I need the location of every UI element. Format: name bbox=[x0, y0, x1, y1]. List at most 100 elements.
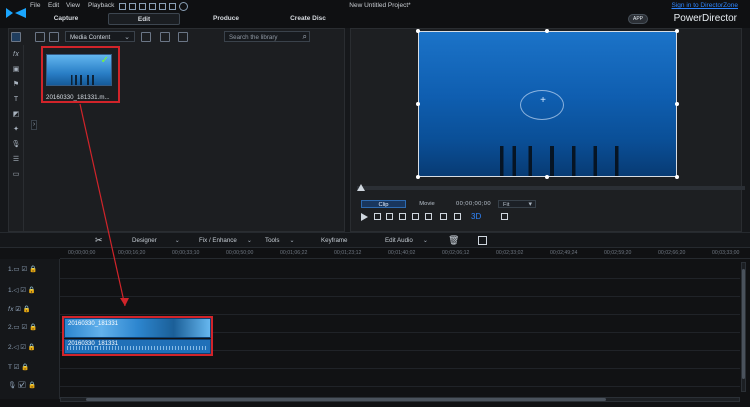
track-row-2 bbox=[60, 280, 740, 297]
mic-icon[interactable]: 🎙 bbox=[11, 140, 21, 149]
picture-icon[interactable]: ▣ bbox=[11, 65, 21, 74]
tick-12: 00;03;33;00 bbox=[712, 250, 740, 256]
menu-edit[interactable]: Edit bbox=[48, 2, 59, 9]
editing-toolbar: ✂ Designer ⌄ Fix / Enhance ⌄ Tools ⌄ Keyfra… bbox=[0, 232, 750, 248]
app-name: PowerDirector bbox=[673, 13, 737, 24]
tick-3: 00;00;50;00 bbox=[226, 250, 254, 256]
import-icon[interactable] bbox=[35, 32, 45, 42]
subtitle-icon[interactable]: ☰ bbox=[11, 155, 21, 164]
tick-11: 00;02;66;20 bbox=[658, 250, 686, 256]
tab-create-disc[interactable]: Create Disc bbox=[266, 13, 350, 25]
text-icon[interactable]: T bbox=[11, 95, 21, 104]
tick-0: 00;00;00;00 bbox=[68, 250, 96, 256]
window-toolbar-icons bbox=[119, 2, 189, 12]
media-content-dropdown[interactable]: Media Content ⌄ bbox=[65, 31, 135, 42]
mode-3d-icon[interactable]: 3D bbox=[471, 212, 481, 221]
tick-8: 00;02;33;02 bbox=[496, 250, 524, 256]
next-frame-icon[interactable] bbox=[399, 213, 406, 220]
cut-icon[interactable]: ✂ bbox=[95, 236, 103, 245]
view-mode-icon-3[interactable] bbox=[178, 32, 188, 42]
tick-1: 00;00;16;20 bbox=[118, 250, 146, 256]
resize-handle-br[interactable] bbox=[675, 175, 679, 179]
clip-tab[interactable]: Clip bbox=[361, 200, 406, 208]
preview-seekbar[interactable] bbox=[357, 186, 745, 190]
toolbar-icon-6[interactable] bbox=[169, 3, 176, 10]
vertical-scroll-thumb[interactable] bbox=[742, 269, 745, 379]
keyframe-button[interactable]: Keyframe bbox=[321, 237, 347, 244]
toolbar-icon-5[interactable] bbox=[159, 3, 166, 10]
more-icon[interactable] bbox=[478, 236, 487, 245]
media-content-label: Media Content bbox=[70, 34, 111, 41]
vertical-scrollbar[interactable] bbox=[741, 262, 746, 392]
stop-icon[interactable] bbox=[374, 213, 381, 220]
play-icon[interactable] bbox=[361, 213, 368, 221]
fit-dropdown[interactable]: Fit ▾ bbox=[498, 200, 536, 208]
collapse-toggle[interactable]: › bbox=[31, 120, 37, 130]
tools-menu[interactable]: Tools ⌄ bbox=[265, 237, 295, 244]
crosshair-icon: + bbox=[540, 95, 546, 106]
timeline-video-clip[interactable]: 20160330_181331 bbox=[64, 318, 211, 338]
designer-menu[interactable]: Designer ⌄ bbox=[132, 237, 180, 244]
tab-capture[interactable]: Capture bbox=[34, 13, 98, 25]
menu-view[interactable]: View bbox=[66, 2, 80, 9]
resize-handle-tm[interactable] bbox=[545, 29, 549, 33]
view-mode-icon-1[interactable] bbox=[141, 32, 151, 42]
resize-handle-ml[interactable] bbox=[416, 102, 420, 106]
subtitle-toggle-icon[interactable] bbox=[454, 213, 461, 220]
fix-enhance-menu[interactable]: Fix / Enhance ⌄ bbox=[199, 237, 252, 244]
designer-chevron-icon: ⌄ bbox=[174, 237, 180, 244]
fx-icon[interactable]: 𝑓𝑥 bbox=[11, 50, 21, 59]
signin-link[interactable]: Sign in to DirectorZone bbox=[672, 2, 738, 9]
powerdirector-logo-icon bbox=[6, 8, 26, 18]
edit-audio-chevron-icon: ⌄ bbox=[422, 237, 429, 244]
fix-enhance-label: Fix / Enhance bbox=[199, 237, 237, 244]
edit-audio-menu[interactable]: Edit Audio ⌄ bbox=[385, 237, 428, 244]
toolbar-icon-3[interactable] bbox=[139, 3, 146, 10]
toolbar-icon-2[interactable] bbox=[129, 3, 136, 10]
tick-7: 00;02;06;12 bbox=[442, 250, 470, 256]
timecode-readout: 00;00;00;00 bbox=[455, 201, 492, 207]
menu-playback[interactable]: Playback bbox=[88, 2, 114, 9]
timeline-audio-clip[interactable]: 20160330_181331 bbox=[64, 339, 211, 354]
brush-icon[interactable]: ⚑ bbox=[11, 80, 21, 89]
volume-icon[interactable] bbox=[425, 213, 432, 220]
library-icon[interactable] bbox=[11, 32, 21, 42]
toolbar-icon-4[interactable] bbox=[149, 3, 156, 10]
prev-frame-icon[interactable] bbox=[386, 213, 393, 220]
search-icon: ⌕ bbox=[302, 32, 307, 41]
menu-file[interactable]: File bbox=[30, 2, 40, 9]
trash-icon[interactable]: 🗑 bbox=[448, 236, 459, 245]
snapshot-icon[interactable] bbox=[440, 213, 447, 220]
title-track-label: T ☑ 🔒 bbox=[8, 364, 30, 371]
track-1-audio-label: 1.◁ ☑ 🔒 bbox=[8, 287, 36, 294]
timeline-scrollbar[interactable] bbox=[60, 397, 740, 402]
video-clip-label: 20160330_181331 bbox=[68, 321, 119, 327]
particle-icon[interactable]: ✦ bbox=[11, 125, 21, 134]
external-preview-icon[interactable] bbox=[501, 213, 508, 220]
resize-handle-tr[interactable] bbox=[675, 29, 679, 33]
resize-handle-bm[interactable] bbox=[545, 175, 549, 179]
resize-handle-mr[interactable] bbox=[675, 102, 679, 106]
resize-handle-bl[interactable] bbox=[416, 175, 420, 179]
tab-edit[interactable]: Edit bbox=[108, 13, 180, 25]
movie-tab[interactable]: Movie bbox=[408, 200, 446, 208]
transition-icon[interactable]: ◩ bbox=[11, 110, 21, 119]
settings-icon[interactable] bbox=[179, 2, 188, 11]
search-field[interactable]: Search the library ⌕ bbox=[224, 31, 310, 42]
playback-controls: 3D bbox=[361, 212, 521, 222]
fast-forward-icon[interactable] bbox=[412, 213, 419, 220]
thumbnail-selected-check-icon: ✓ bbox=[100, 55, 109, 66]
tab-produce[interactable]: Produce bbox=[194, 13, 258, 25]
plugin-icon[interactable] bbox=[49, 32, 59, 42]
library-thumbnail[interactable]: ✓ bbox=[46, 54, 112, 86]
chapter-icon[interactable]: ▭ bbox=[11, 170, 21, 179]
fx-track-label: 𝑓𝑥 ☑ 🔒 bbox=[8, 306, 31, 313]
resize-handle-tl[interactable] bbox=[416, 29, 420, 33]
seek-marker-icon[interactable] bbox=[357, 184, 365, 191]
view-mode-icon-2[interactable] bbox=[160, 32, 170, 42]
tick-4: 00;01;06;22 bbox=[280, 250, 308, 256]
timeline-scroll-thumb[interactable] bbox=[86, 398, 606, 401]
toolbar-icon-1[interactable] bbox=[119, 3, 126, 10]
voice-track-label: 🎙 ☑ 🔒 bbox=[8, 382, 37, 389]
thumbnail-caption: 20160330_181331.m... bbox=[46, 94, 110, 101]
